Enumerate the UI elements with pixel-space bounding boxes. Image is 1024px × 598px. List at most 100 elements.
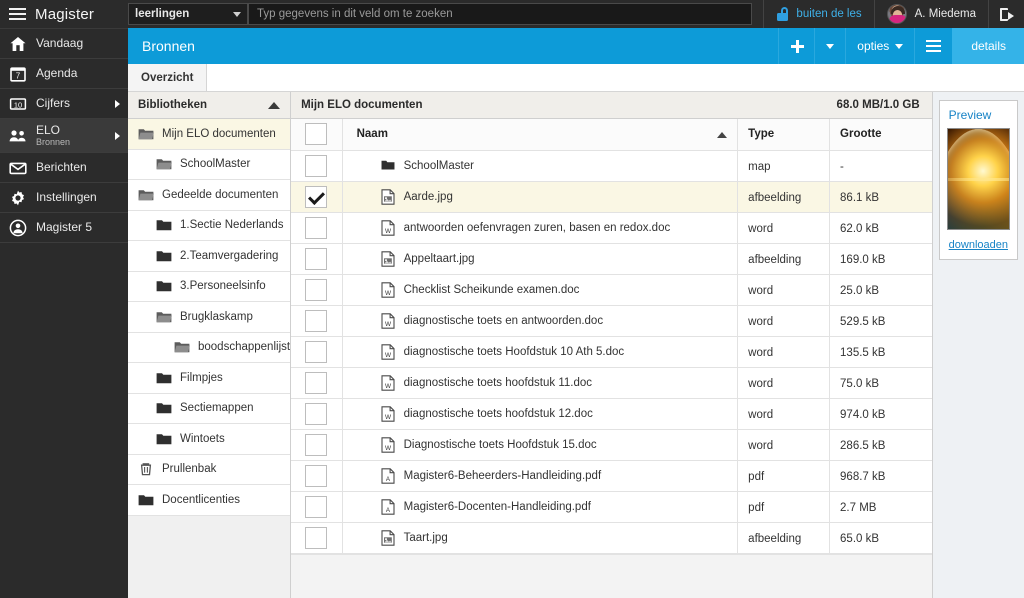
select-all-header[interactable] — [291, 119, 343, 151]
folder-icon — [156, 218, 172, 232]
tree-item-3-personeelsinfo[interactable]: 3.Personeelsinfo — [128, 271, 291, 302]
hamburger-icon[interactable] — [9, 7, 26, 21]
panes: Bibliotheken Mijn ELO documenten SchoolM… — [128, 92, 1024, 598]
row-checkbox[interactable] — [305, 309, 328, 332]
tree-item-boodschappenlijst[interactable]: boodschappenlijst — [128, 332, 291, 363]
row-checkbox[interactable] — [305, 495, 328, 518]
select-all-checkbox[interactable] — [305, 123, 328, 146]
row-select-cell[interactable] — [291, 243, 343, 275]
row-checkbox[interactable] — [305, 278, 328, 301]
column-label: Type — [748, 128, 775, 141]
sidebar-item-cijfers[interactable]: 10 Cijfers — [0, 89, 128, 119]
add-dropdown-button[interactable] — [814, 28, 845, 64]
table-row[interactable]: Taart.jpg afbeelding 65.0 kB — [291, 522, 932, 554]
tree-item-sectiemappen[interactable]: Sectiemappen — [128, 393, 291, 424]
user-menu[interactable]: A. Miedema — [873, 0, 988, 28]
sidebar-item-berichten[interactable]: Berichten — [0, 153, 128, 183]
row-name: diagnostische toets hoofdstuk 11.doc — [403, 376, 592, 389]
tree-item-docentlicenties[interactable]: Docentlicenties — [128, 485, 291, 516]
sidebar-item-vandaag[interactable]: Vandaag — [0, 29, 128, 59]
row-checkbox[interactable] — [305, 216, 328, 239]
add-button[interactable] — [778, 28, 814, 64]
row-checkbox[interactable] — [305, 464, 328, 487]
sidebar-item-magister5[interactable]: Magister 5 — [0, 213, 128, 243]
row-select-cell[interactable] — [291, 274, 343, 306]
folder-icon — [381, 158, 395, 174]
row-select-cell[interactable] — [291, 491, 343, 523]
row-select-cell[interactable] — [291, 522, 343, 554]
row-type: afbeelding — [748, 532, 802, 545]
tree-item-1-sectie-nederlands[interactable]: 1.Sectie Nederlands — [128, 210, 291, 241]
tree-item-label: Gedeelde documenten — [162, 188, 279, 201]
avatar — [886, 4, 907, 24]
svg-text:W: W — [385, 321, 392, 328]
preview-image — [946, 128, 1010, 230]
row-checkbox[interactable] — [305, 526, 328, 549]
folder-open-icon — [174, 340, 190, 354]
sidebar-item-label: Cijfers — [36, 96, 71, 111]
row-select-cell[interactable] — [291, 212, 343, 244]
row-checkbox[interactable] — [305, 433, 328, 456]
tab-overzicht[interactable]: Overzicht — [128, 64, 208, 91]
tree-item-2-teamvergadering[interactable]: 2.Teamvergadering — [128, 241, 291, 272]
tree-item-wintoets[interactable]: Wintoets — [128, 424, 291, 455]
sidebar-item-elo[interactable]: ELO Bronnen — [0, 119, 128, 153]
row-select-cell[interactable] — [291, 398, 343, 430]
tree-item-mijn-elo-documenten[interactable]: Mijn ELO documenten — [128, 119, 291, 150]
sun-flare — [947, 178, 1009, 181]
details-button[interactable]: details — [952, 28, 1024, 64]
table-row[interactable]: A Magister6-Beheerders-Handleiding.pdf pd… — [291, 460, 932, 492]
row-select-cell[interactable] — [291, 367, 343, 399]
tree-item-schoolmaster[interactable]: SchoolMaster — [128, 149, 291, 180]
row-select-cell[interactable] — [291, 181, 343, 213]
row-checkbox[interactable] — [305, 340, 328, 363]
table-row[interactable]: Appeltaart.jpg afbeelding 169.0 kB — [291, 243, 932, 275]
logout-button[interactable] — [988, 0, 1024, 28]
download-link[interactable]: downloaden — [949, 239, 1008, 251]
tree-item-brugklaskamp[interactable]: Brugklaskamp — [128, 302, 291, 333]
sidebar-item-instellingen[interactable]: Instellingen — [0, 183, 128, 213]
row-checkbox[interactable] — [305, 371, 328, 394]
column-header-type[interactable]: Type — [737, 119, 831, 151]
column-header-grootte[interactable]: Grootte — [829, 119, 932, 151]
table-row[interactable]: Wdiagnostische toets hoofdstuk 12.doc wo… — [291, 398, 932, 430]
row-type: word — [748, 284, 774, 297]
table-row[interactable]: Wdiagnostische toets en antwoorden.doc w… — [291, 305, 932, 337]
table-row[interactable]: W Checklist Scheikunde examen.doc word 25… — [291, 274, 932, 306]
row-checkbox[interactable] — [305, 402, 328, 425]
tree-item-prullenbak[interactable]: Prullenbak — [128, 454, 291, 485]
list-view-button[interactable] — [914, 28, 952, 64]
chevron-up-icon[interactable] — [268, 101, 281, 109]
row-select-cell[interactable] — [291, 305, 343, 337]
search-input[interactable] — [248, 3, 752, 25]
role-select[interactable]: leerlingen — [128, 3, 248, 25]
table-header-row: Naam Type Grootte — [291, 119, 932, 151]
row-checkbox[interactable] — [305, 154, 328, 177]
row-checkbox[interactable] — [305, 185, 328, 208]
options-label: opties — [857, 39, 890, 53]
tree-item-filmpjes[interactable]: Filmpjes — [128, 363, 291, 394]
column-label: Naam — [356, 128, 388, 141]
table-row[interactable]: Wdiagnostische toets Hoofdstuk 10 Ath 5.… — [291, 336, 932, 368]
libraries-header: Bibliotheken — [128, 92, 291, 119]
row-select-cell[interactable] — [291, 336, 343, 368]
row-type-cell: afbeelding — [737, 522, 831, 554]
row-select-cell[interactable] — [291, 429, 343, 461]
table-row[interactable]: Aarde.jpg afbeelding 86.1 kB — [291, 181, 932, 213]
table-row[interactable]: Wdiagnostische toets hoofdstuk 11.doc wo… — [291, 367, 932, 399]
tree-item-gedeelde-documenten[interactable]: Gedeelde documenten — [128, 180, 291, 211]
table-row[interactable]: Wantwoorden oefenvragen zuren, basen en … — [291, 212, 932, 244]
table-row[interactable]: A Magister6-Docenten-Handleiding.pdf pdf … — [291, 491, 932, 523]
logout-icon — [999, 7, 1014, 21]
lesson-status-button[interactable]: buiten de les — [763, 0, 873, 28]
row-select-cell[interactable] — [291, 460, 343, 492]
tree-item-label: boodschappenlijst — [198, 341, 291, 354]
options-button[interactable]: opties — [845, 28, 914, 64]
row-checkbox[interactable] — [305, 247, 328, 270]
table-row[interactable]: SchoolMaster map - — [291, 150, 932, 182]
folder-icon — [156, 371, 172, 385]
table-row[interactable]: W Diagnostische toets Hoofdstuk 15.doc wo… — [291, 429, 932, 461]
sidebar-item-agenda[interactable]: 7 Agenda — [0, 59, 128, 89]
row-select-cell[interactable] — [291, 150, 343, 182]
column-header-naam[interactable]: Naam — [342, 119, 739, 151]
